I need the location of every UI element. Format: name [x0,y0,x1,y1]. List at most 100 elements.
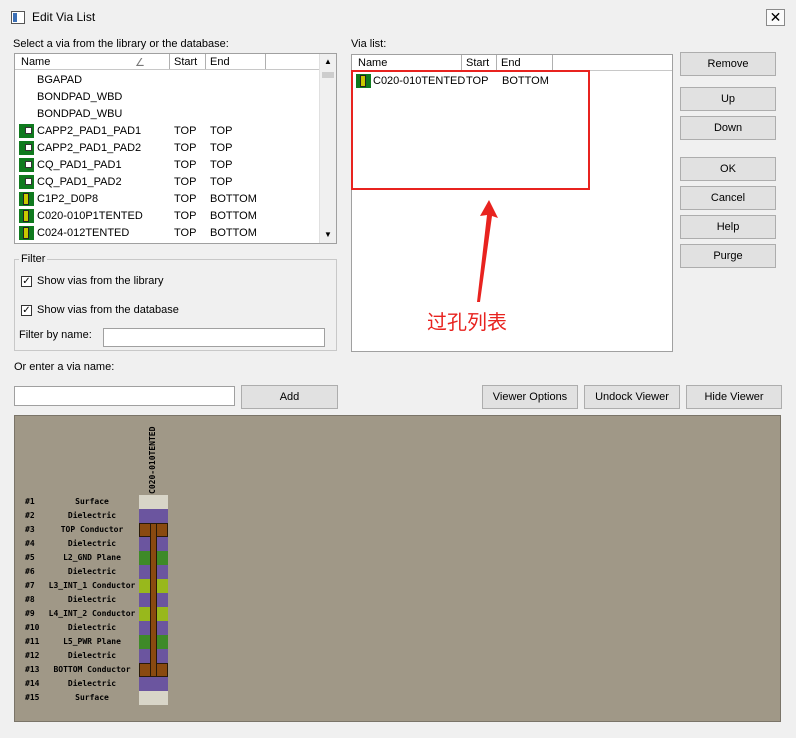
via-name: CQ_PAD1_PAD2 [37,176,122,188]
pad-icon [19,158,34,172]
via-list-label: Via list: [351,38,387,50]
layer-label: #4 Dielectric [25,539,117,548]
via-end: TOP [210,142,233,154]
undock-viewer-button[interactable]: Undock Viewer [584,385,680,409]
layer-label: #1 Surface [25,497,109,506]
filter-by-name-label: Filter by name: [19,329,92,341]
via-barrel [150,523,157,677]
via-name: BONDPAD_WBU [37,108,123,120]
via-name: BONDPAD_WBD [37,91,123,103]
down-button[interactable]: Down [680,116,776,140]
scroll-up-icon[interactable]: ▲ [320,54,336,70]
column-header-name[interactable]: Name [21,56,50,68]
show-database-checkbox[interactable]: ✓ [21,305,32,316]
show-library-checkbox[interactable]: ✓ [21,276,32,287]
annotation-label: 过孔列表 [427,310,507,334]
list-item[interactable]: BONDPAD_WBD [15,89,336,106]
window-icon [11,11,25,24]
layer-band [139,509,168,523]
column-header-end[interactable]: End [210,56,230,68]
help-button[interactable]: Help [680,215,776,239]
purge-button[interactable]: Purge [680,244,776,268]
hide-viewer-button[interactable]: Hide Viewer [686,385,782,409]
layer-label: #15 Surface [25,693,109,702]
show-library-label: Show vias from the library [37,275,164,287]
via-icon [19,209,34,223]
list-item[interactable]: CAPP2_PAD1_PAD1 TOP TOP [15,123,336,140]
annotation-box [351,70,590,190]
close-button[interactable]: ✕ [766,9,785,26]
list-item[interactable]: BONDPAD_WBU [15,106,336,123]
list-item[interactable]: CAPP2_PAD1_PAD2 TOP TOP [15,140,336,157]
layer-label: #6 Dielectric [25,567,117,576]
list-item[interactable]: BGAPAD [15,72,336,89]
layer-band [139,495,168,509]
via-icon [19,226,34,240]
ok-button[interactable]: OK [680,157,776,181]
layer-label: #7 L3_INT_1 Conductor [25,581,136,590]
via-stack-viewer: C020-010TENTED #1 Surface #2 Dielectric #3 TO… [14,415,781,722]
via-name: CAPP2_PAD1_PAD2 [37,142,142,154]
via-icon [19,192,34,206]
via-end: BOTTOM [210,210,257,222]
library-scrollbar[interactable]: ▲ ▼ [319,54,336,243]
pad-icon [19,124,34,138]
via-name-input[interactable] [14,386,235,406]
filter-title: Filter [19,253,48,265]
list-item[interactable]: C020-010P1TENTED TOP BOTTOM [15,208,336,225]
annotation-arrow-icon [477,200,498,302]
layer-label: #10 Dielectric [25,623,117,632]
layer-label: #12 Dielectric [25,651,117,660]
layer-label: #5 L2_GND Plane [25,553,121,562]
sort-icon: ∠ [135,57,145,69]
column-header-end[interactable]: End [501,57,521,69]
pad-icon [19,175,34,189]
via-name: C1P2_D0P8 [37,193,99,205]
remove-button[interactable]: Remove [680,52,776,76]
title-bar: Edit Via List ✕ [0,0,796,32]
via-start: TOP [174,227,197,239]
via-end: TOP [210,176,233,188]
via-end: BOTTOM [210,193,257,205]
scroll-thumb[interactable] [322,72,334,78]
via-list-header: Name Start End [352,55,672,71]
via-name: CQ_PAD1_PAD1 [37,159,122,171]
via-start: TOP [174,210,197,222]
via-end: BOTTOM [210,227,257,239]
library-label: Select a via from the library or the dat… [13,38,229,50]
viewer-options-button[interactable]: Viewer Options [482,385,578,409]
layer-label: #13 BOTTOM Conductor [25,665,131,674]
layer-band [139,677,168,691]
column-header-start[interactable]: Start [174,56,197,68]
library-list[interactable]: Name ∠ Start End BGAPAD BONDPAD_WBD BONDPA… [14,53,337,244]
column-header-start[interactable]: Start [466,57,489,69]
window-title: Edit Via List [32,10,96,24]
list-item[interactable]: C1P2_D0P8 TOP BOTTOM [15,191,336,208]
via-name: C024-012TENTED [37,227,130,239]
add-button[interactable]: Add [241,385,338,409]
list-item[interactable]: C024-012TENTED TOP BOTTOM [15,225,336,242]
layer-label: #2 Dielectric [25,511,117,520]
layer-label: #3 TOP Conductor [25,525,124,534]
list-item[interactable]: CQ_PAD1_PAD1 TOP TOP [15,157,336,174]
via-end: TOP [210,125,233,137]
layer-band [139,691,168,705]
filter-by-name-input[interactable] [103,328,325,347]
layer-label: #9 L4_INT_2 Conductor [25,609,136,618]
via-end: TOP [210,159,233,171]
library-list-header: Name ∠ Start End [15,54,320,70]
show-database-label: Show vias from the database [37,304,179,316]
via-start: TOP [174,176,197,188]
layer-label: #8 Dielectric [25,595,117,604]
pad-icon [19,141,34,155]
via-start: TOP [174,125,197,137]
layer-label: #11 L5_PWR Plane [25,637,121,646]
list-item[interactable]: CQ_PAD1_PAD2 TOP TOP [15,174,336,191]
via-name: C020-010P1TENTED [37,210,143,222]
cancel-button[interactable]: Cancel [680,186,776,210]
via-name: CAPP2_PAD1_PAD1 [37,125,142,137]
up-button[interactable]: Up [680,87,776,111]
scroll-down-icon[interactable]: ▼ [320,227,336,243]
column-header-name[interactable]: Name [358,57,387,69]
via-start: TOP [174,159,197,171]
